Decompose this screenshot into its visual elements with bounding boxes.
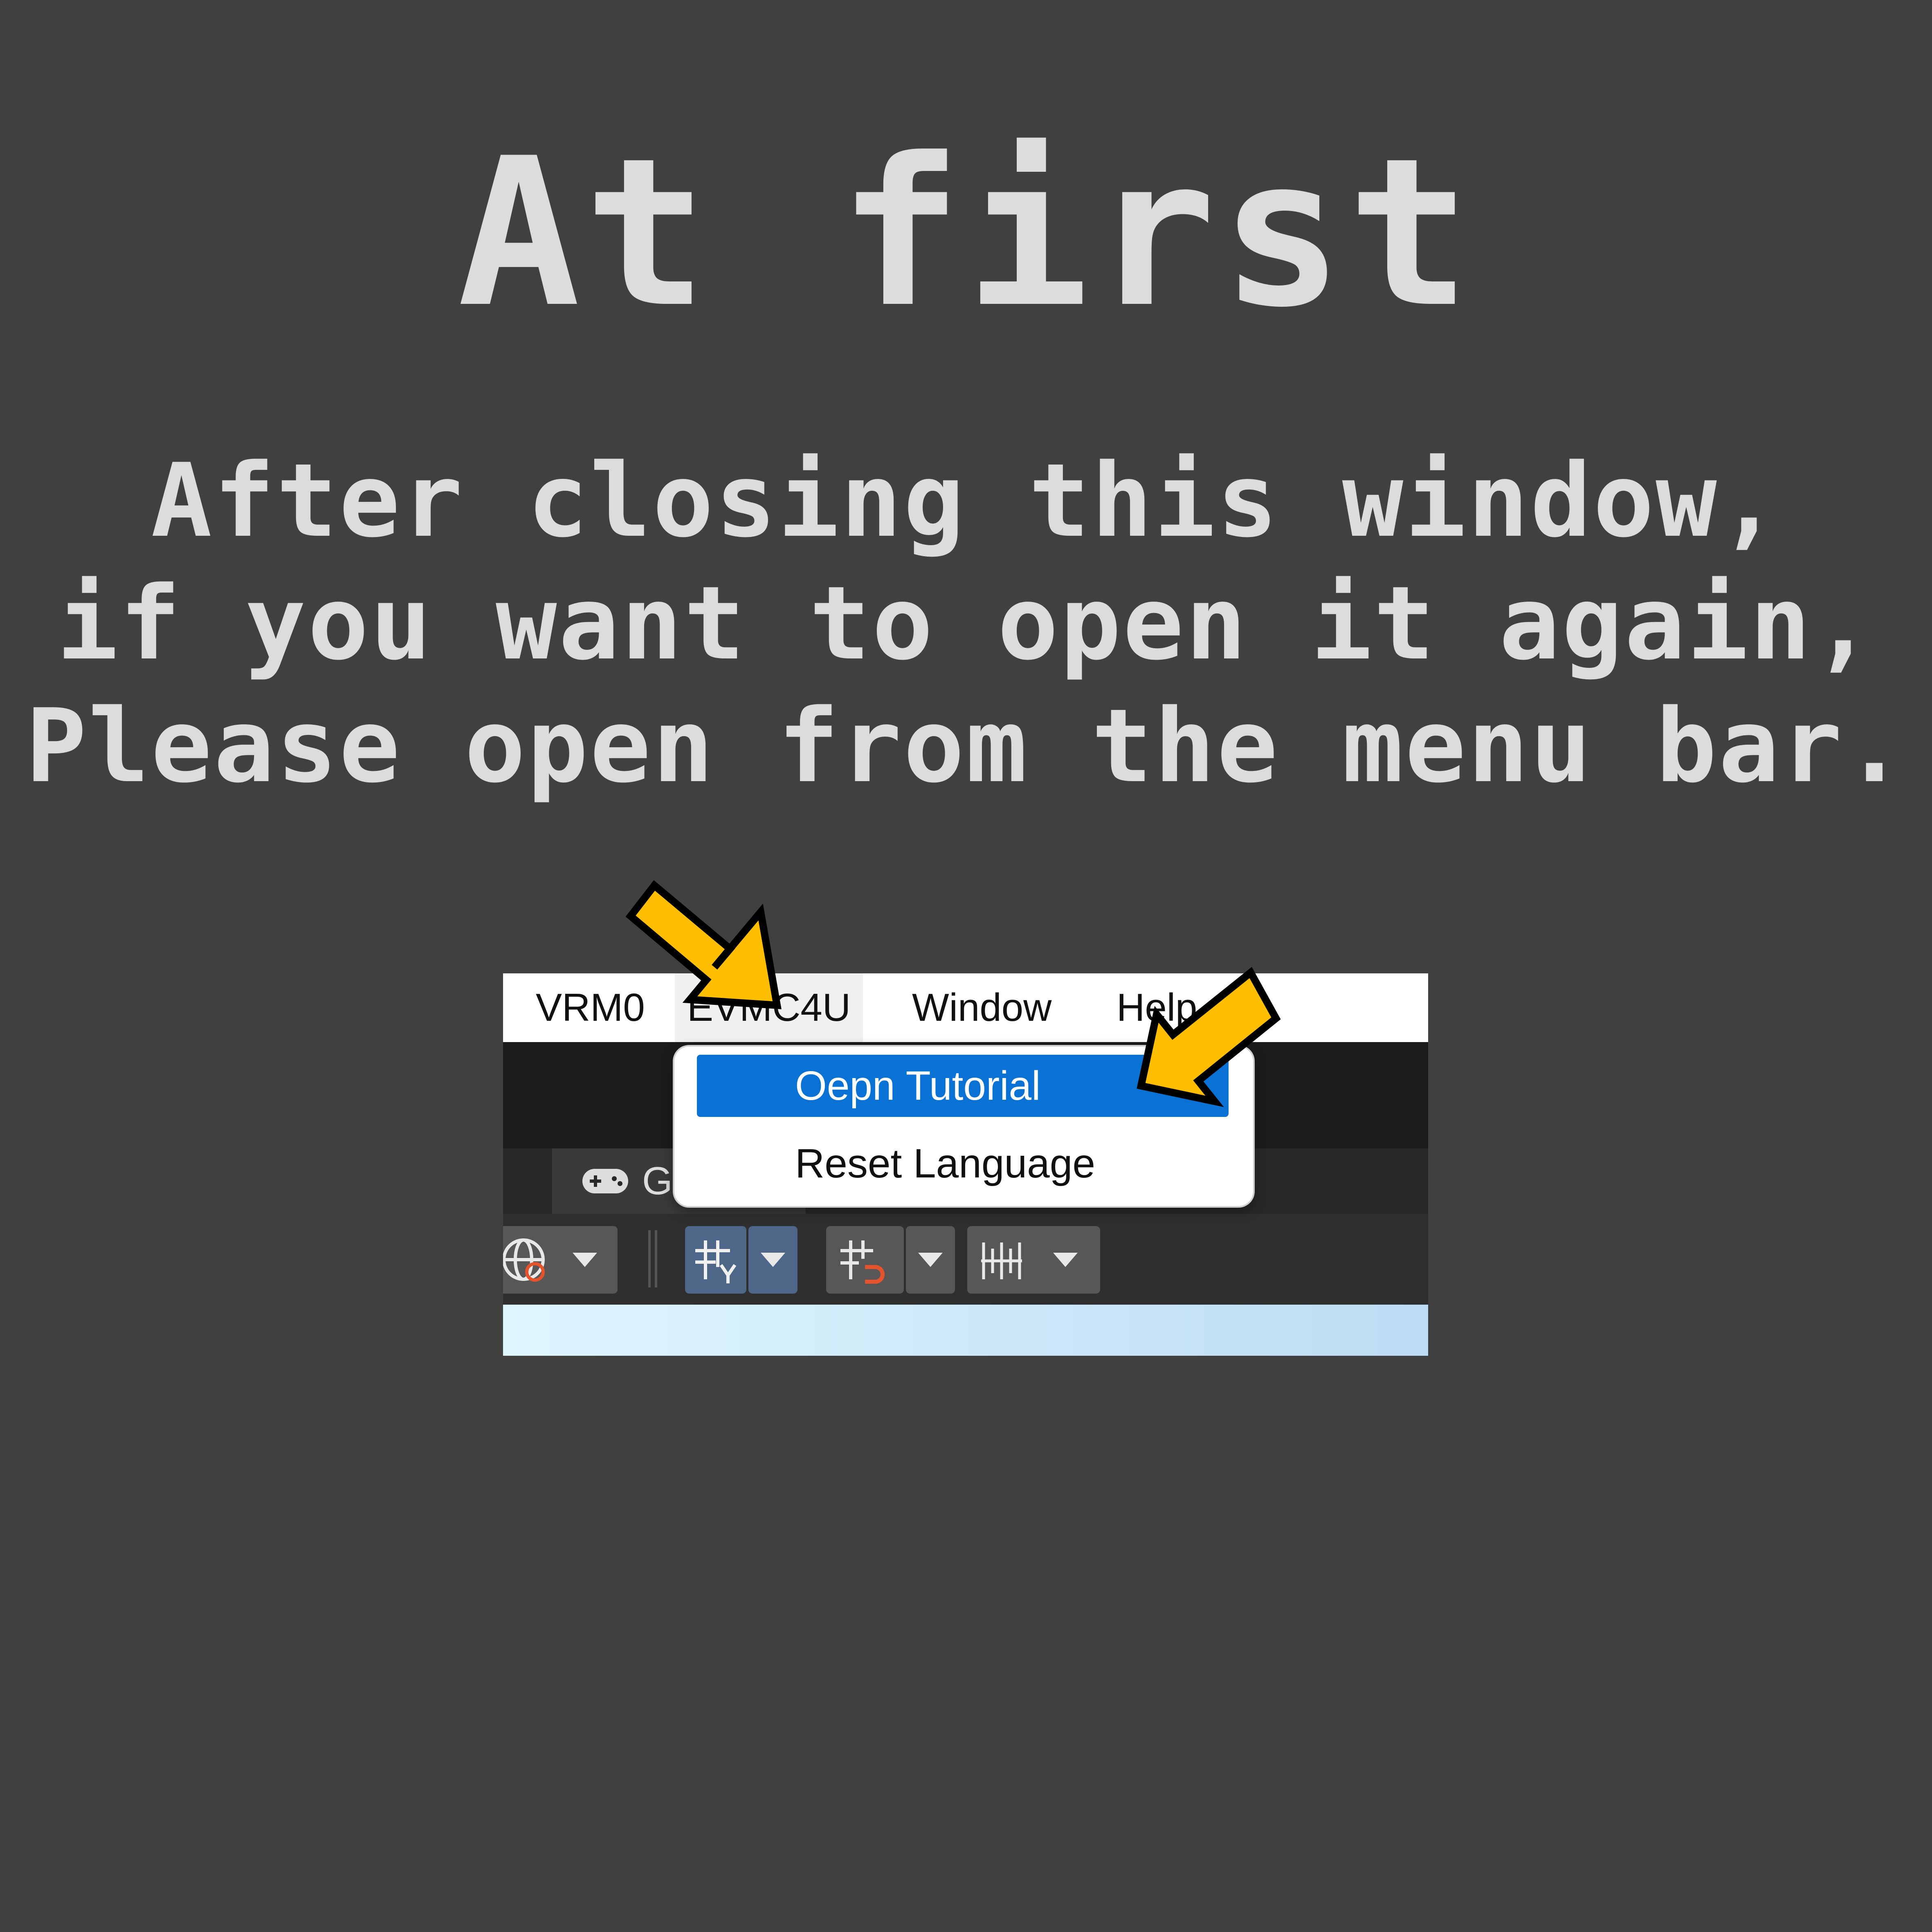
evmc4u-dropdown-menu: Oepn Tutorial Reset Language (673, 1045, 1255, 1208)
chevron-down-icon (1053, 1253, 1078, 1267)
toolbar (503, 1214, 1428, 1305)
menu-item-open-tutorial[interactable]: Oepn Tutorial (697, 1055, 1229, 1117)
grid-snap-button[interactable] (826, 1226, 904, 1294)
menu-vrm0[interactable]: VRM0 (523, 973, 657, 1042)
grid-y-dropdown[interactable] (748, 1226, 798, 1294)
menu-window[interactable]: Window (900, 973, 1064, 1042)
menu-item-label: Reset Language (795, 1141, 1095, 1186)
grid-snap-dropdown[interactable] (906, 1226, 955, 1294)
instruction-line: Please open from the menu bar. (25, 687, 1907, 805)
chevron-down-icon (761, 1253, 785, 1267)
page-title: At first (457, 114, 1475, 352)
toolbar-separator (648, 1230, 657, 1287)
grid-y-icon (695, 1240, 737, 1283)
grid-magnet-icon (840, 1240, 873, 1279)
chevron-down-icon (573, 1253, 597, 1267)
instruction-line: After closing this window, (151, 442, 1781, 560)
instructions: After closing this window, if you want t… (0, 440, 1932, 808)
instruction-line: if you want to open it again, (57, 565, 1875, 683)
globe-tool-button[interactable] (503, 1226, 618, 1294)
ruler-tool-button[interactable] (967, 1226, 1100, 1294)
globe-icon (503, 1238, 545, 1281)
menu-item-reset-language[interactable]: Reset Language (697, 1132, 1229, 1195)
menu-help[interactable]: Help (1104, 973, 1209, 1042)
grid-y-button[interactable] (685, 1226, 746, 1294)
menu-bar: VRM0 EVMC4U Window Help (503, 973, 1428, 1042)
menu-evmc4u[interactable]: EVMC4U (675, 973, 863, 1042)
menu-item-label: Oepn Tutorial (795, 1063, 1041, 1109)
tab-label: G (642, 1159, 673, 1203)
ruler-icon (981, 1242, 1022, 1279)
gamepad-icon (582, 1169, 628, 1193)
chevron-down-icon (918, 1253, 943, 1267)
scene-viewport[interactable] (503, 1305, 1428, 1356)
